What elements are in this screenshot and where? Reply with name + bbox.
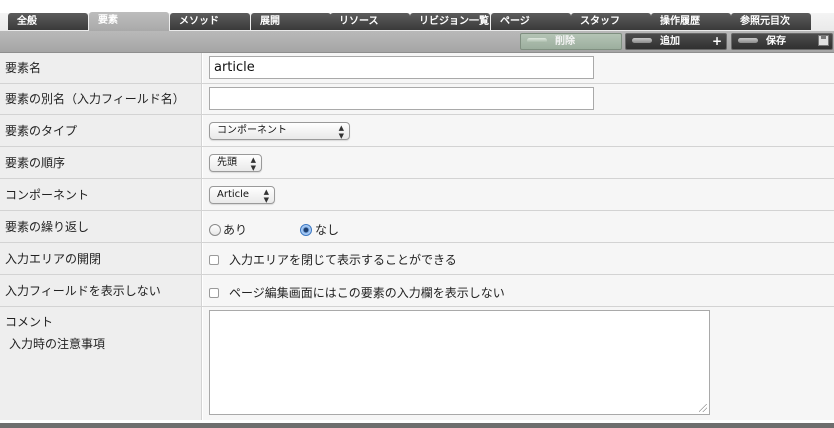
element-order-label: 要素の順序: [0, 147, 202, 178]
hide-field-checkbox-label: ページ編集画面にはこの要素の入力欄を表示しない: [229, 286, 505, 300]
collapsible-checkbox-label: 入力エリアを閉じて表示することができる: [229, 253, 457, 267]
row-collapsible: 入力エリアの開閉 入力エリアを閉じて表示することができる: [0, 243, 834, 275]
element-form: 要素名 要素の別名（入力フィールド名） 要素のタイプ コンポーネント ▲▼ 要素…: [0, 53, 834, 420]
element-alias-label: 要素の別名（入力フィールド名）: [0, 84, 202, 114]
element-alias-cell: [203, 84, 834, 114]
element-order-select[interactable]: 先頭 ▲ ▼: [209, 154, 262, 172]
save-label: 保存: [766, 36, 786, 47]
tab-expansion[interactable]: 展開: [251, 13, 331, 30]
element-alias-input[interactable]: [209, 87, 594, 110]
element-order-selected: 先頭: [217, 157, 237, 168]
element-name-cell: [203, 53, 834, 83]
row-element-order: 要素の順序 先頭 ▲ ▼: [0, 147, 834, 179]
row-repeat: 要素の繰り返し あり なし: [0, 211, 834, 243]
row-comment: コメント 入力時の注意事項: [0, 307, 834, 420]
row-component: コンポーネント Article ▲ ▼: [0, 179, 834, 211]
collapsible-cell: 入力エリアを閉じて表示することができる: [203, 243, 834, 274]
updown-arrows-icon: ▲ ▼: [263, 188, 269, 204]
comment-sublabel: 入力時の注意事項: [9, 337, 106, 351]
add-button[interactable]: 追加 +: [625, 33, 727, 50]
repeat-no-radio[interactable]: [300, 224, 312, 236]
tab-resources[interactable]: リソース: [330, 13, 410, 30]
component-selected: Article: [217, 189, 250, 200]
tab-elements[interactable]: 要素: [89, 12, 169, 31]
button-pill-icon: [527, 37, 547, 43]
repeat-yes-label: あり: [223, 223, 248, 237]
tab-methods[interactable]: メソッド: [170, 13, 250, 30]
resize-grip-icon[interactable]: [699, 404, 707, 412]
tab-staff[interactable]: スタッフ: [571, 13, 651, 30]
delete-button[interactable]: 削除: [520, 33, 622, 50]
updown-arrows-icon: ▲ ▼: [338, 124, 344, 140]
row-hide-field: 入力フィールドを表示しない ページ編集画面にはこの要素の入力欄を表示しない: [0, 275, 834, 307]
row-element-type: 要素のタイプ コンポーネント ▲ ▼: [0, 115, 834, 147]
row-element-alias: 要素の別名（入力フィールド名）: [0, 84, 834, 115]
component-select[interactable]: Article ▲ ▼: [209, 186, 275, 204]
row-element-name: 要素名: [0, 53, 834, 84]
comment-cell: [203, 307, 834, 420]
tab-revisions[interactable]: リビジョン一覧: [410, 13, 490, 30]
hide-field-cell: ページ編集画面にはこの要素の入力欄を表示しない: [203, 275, 834, 306]
hide-field-label: 入力フィールドを表示しない: [0, 275, 202, 306]
comment-textarea[interactable]: [209, 310, 710, 415]
element-name-input[interactable]: [209, 56, 594, 79]
component-label: コンポーネント: [0, 179, 202, 210]
repeat-label: 要素の繰り返し: [0, 211, 202, 242]
tab-reference-index[interactable]: 参照元目次: [731, 13, 811, 30]
repeat-cell: あり なし: [203, 211, 834, 242]
bottom-bar: [0, 423, 834, 428]
element-type-cell: コンポーネント ▲ ▼: [203, 115, 834, 146]
tab-operation-history[interactable]: 操作履歴: [651, 13, 731, 30]
plus-icon: +: [711, 34, 722, 48]
element-type-select[interactable]: コンポーネント ▲ ▼: [209, 122, 350, 140]
delete-label: 削除: [555, 36, 575, 47]
repeat-yes-radio[interactable]: [209, 224, 221, 236]
tab-general[interactable]: 全般: [8, 13, 88, 30]
tab-bar: 全般 要素 メソッド 展開 リソース リビジョン一覧 ページ スタッフ 操作履歴…: [0, 0, 834, 31]
save-button[interactable]: 保存: [731, 33, 833, 50]
comment-label: コメント: [5, 315, 54, 329]
button-pill-icon: [632, 37, 652, 43]
button-pill-icon: [738, 37, 758, 43]
comment-label-cell: コメント 入力時の注意事項: [0, 307, 202, 420]
component-cell: Article ▲ ▼: [203, 179, 834, 210]
tab-pages[interactable]: ページ: [491, 13, 571, 30]
toolbar: 削除 追加 + 保存: [0, 31, 834, 53]
add-label: 追加: [660, 36, 680, 47]
element-order-cell: 先頭 ▲ ▼: [203, 147, 834, 178]
collapsible-label: 入力エリアの開閉: [0, 243, 202, 274]
updown-arrows-icon: ▲ ▼: [250, 156, 256, 172]
hide-field-checkbox[interactable]: [209, 288, 219, 298]
floppy-disk-icon: [818, 35, 829, 46]
element-name-label: 要素名: [0, 53, 202, 83]
element-type-label: 要素のタイプ: [0, 115, 202, 146]
collapsible-checkbox[interactable]: [209, 255, 219, 265]
repeat-no-label: なし: [315, 223, 340, 237]
element-type-selected: コンポーネント: [217, 125, 287, 136]
